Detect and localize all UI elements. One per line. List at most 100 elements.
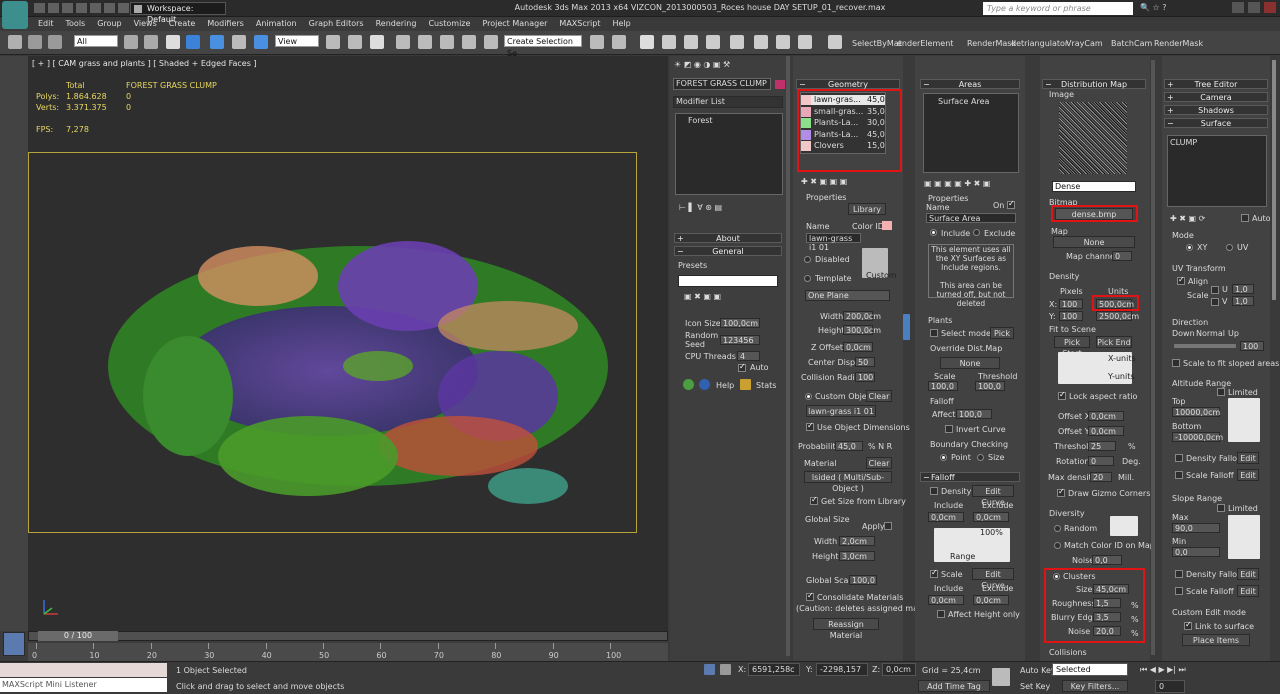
scale-include-field[interactable]: 0,0cm [928,595,964,605]
slope-scale-edit-button[interactable]: Edit [1237,585,1259,597]
link-to-surface-checkbox[interactable] [1184,620,1192,630]
get-size-library-checkbox[interactable] [810,495,818,505]
affect-field[interactable]: 100,0 [956,409,992,419]
auto-key-label[interactable]: Auto Key [1020,666,1056,675]
selection-filter-dropdown[interactable]: All [74,35,118,47]
about-rollout[interactable]: + About [674,233,782,243]
menu-edit[interactable]: Edit [38,17,54,30]
object-color-swatch[interactable] [775,80,785,89]
modifier-stack[interactable] [675,113,783,195]
stack-item-forest[interactable]: Forest [688,116,713,125]
viewport-link-icon[interactable] [903,314,910,340]
viewport-layout-button[interactable] [3,632,25,656]
command-panel-tabs[interactable]: ☀ ◩ ◉ ◑ ▣ ⚒ [674,60,730,69]
curve-editor-icon[interactable] [684,35,698,49]
window-crossing-icon[interactable] [186,35,200,49]
keyboard-shortcut-icon[interactable] [370,35,384,49]
menu-animation[interactable]: Animation [256,17,297,30]
x-pixels-field[interactable]: 100 [1059,299,1083,309]
rendermask2-button[interactable]: RenderMask [1154,39,1203,48]
reassign-material-button[interactable]: Reassign Material [813,618,879,640]
search-icon[interactable]: 🔍 ☆ ? [1140,3,1166,12]
time-slider-thumb[interactable]: 0 / 100 [38,631,118,641]
menu-modifiers[interactable]: Modifiers [207,17,244,30]
menu-graph-editors[interactable]: Graph Editors [309,17,364,30]
map-channel-field[interactable]: 0 [1112,251,1132,261]
absolute-mode-icon[interactable] [720,664,731,675]
v-field[interactable]: 1,0 [1232,296,1254,306]
color-id-swatch[interactable] [882,221,892,230]
minimize-icon[interactable] [1232,2,1244,13]
select-by-name-icon[interactable] [144,35,158,49]
lock-selection-icon[interactable] [704,664,715,675]
help-label[interactable]: Help [716,381,734,390]
apply-checkbox[interactable] [884,522,892,530]
unlink-icon[interactable] [48,35,62,49]
viewport-label[interactable]: [ + ] [ CAM grass and plants ] [ Shaded … [32,59,257,68]
selectbymat-button[interactable]: SelectByMat [852,39,902,48]
detriangulator-button[interactable]: detriangulator [1011,39,1068,48]
surface-list-item[interactable]: CLUMP [1170,138,1197,147]
slope-min-field[interactable]: 0,0 [1172,547,1220,557]
altitude-density-falloff-checkbox[interactable] [1175,454,1183,462]
rotate-icon[interactable] [232,35,246,49]
global-height-field[interactable]: 3,0cm [839,551,875,561]
geometry-rollout[interactable]: − Geometry [796,79,900,89]
custom-object-clear-button[interactable]: Clear [866,390,892,402]
select-manipulate-icon[interactable] [348,35,362,49]
density-edit-curve-button[interactable]: Edit Curve [972,485,1014,507]
move-icon[interactable] [210,35,224,49]
direction-slider[interactable] [1174,344,1236,348]
areas-name-field[interactable]: Surface Area [926,213,1016,223]
menu-maxscript[interactable]: MAXScript [559,17,600,30]
distribution-map-rollout[interactable]: − Distribution Map [1042,79,1146,89]
menu-rendering[interactable]: Rendering [376,17,417,30]
mode-xy-radio[interactable] [1186,244,1193,251]
menu-create[interactable]: Create [169,17,196,30]
close-icon[interactable] [1264,2,1276,13]
stack-tools[interactable]: ⊢ ▌ ∀ ⊛ ▤ [679,203,722,212]
ribbon-icon[interactable] [662,35,676,49]
cpu-threads-field[interactable]: 4 [737,351,760,361]
slope-limited-checkbox[interactable] [1217,504,1225,512]
areas-tools[interactable]: ▣ ▣ ▣ ▣ ✚ ✖ ▣ [924,179,990,188]
u-field[interactable]: 1,0 [1232,284,1254,294]
forest-logo-icon[interactable] [683,379,694,390]
falloff-include-field[interactable]: 0,0cm [928,512,964,522]
app-logo-icon[interactable] [2,1,28,29]
boundary-size-radio[interactable] [977,454,984,461]
areas-rollout[interactable]: − Areas [920,79,1020,89]
center-displ-field[interactable]: 50 [855,357,875,367]
align-icon[interactable] [612,35,626,49]
areas-scale-field[interactable]: 100,0 [928,381,958,391]
place-items-button[interactable]: Place Items [1182,634,1250,646]
current-frame-field[interactable]: 0 [1155,680,1185,693]
help-icon[interactable] [699,379,710,390]
mirror-icon[interactable] [590,35,604,49]
scale-icon[interactable] [254,35,268,49]
select-icon[interactable] [124,35,138,49]
key-mode-dropdown[interactable]: Selected [1052,663,1128,676]
object-name-field[interactable]: FOREST GRASS CLUMP [673,78,771,90]
y-units-field[interactable]: 2500,0cm [1096,311,1139,321]
use-object-dimensions-checkbox[interactable] [806,421,814,431]
match-color-radio[interactable] [1054,542,1061,549]
link-icon[interactable] [28,35,42,49]
menu-customize[interactable]: Customize [428,17,470,30]
geometry-name-field[interactable]: lawn-grass i1 01 [806,233,861,252]
layer-manager-icon[interactable] [640,35,654,49]
set-key-label[interactable]: Set Key [1020,682,1050,691]
region-select-icon[interactable] [166,35,180,49]
random-seed-field[interactable]: 123456 [720,335,760,345]
percent-snap-icon[interactable] [440,35,454,49]
density-falloff-checkbox[interactable] [930,487,938,495]
general-rollout[interactable]: − General [674,246,782,256]
max-density-field[interactable]: 20 [1090,472,1112,482]
altitude-scale-edit-button[interactable]: Edit [1237,469,1259,481]
distribution-preview-image[interactable] [1059,102,1127,174]
menu-tools[interactable]: Tools [66,17,86,30]
key-filters-button[interactable]: Key Filters... [1062,680,1128,692]
modify-panel-scrollbar[interactable] [786,56,790,656]
menu-help[interactable]: Help [612,17,630,30]
invert-curve-checkbox[interactable] [945,425,953,433]
